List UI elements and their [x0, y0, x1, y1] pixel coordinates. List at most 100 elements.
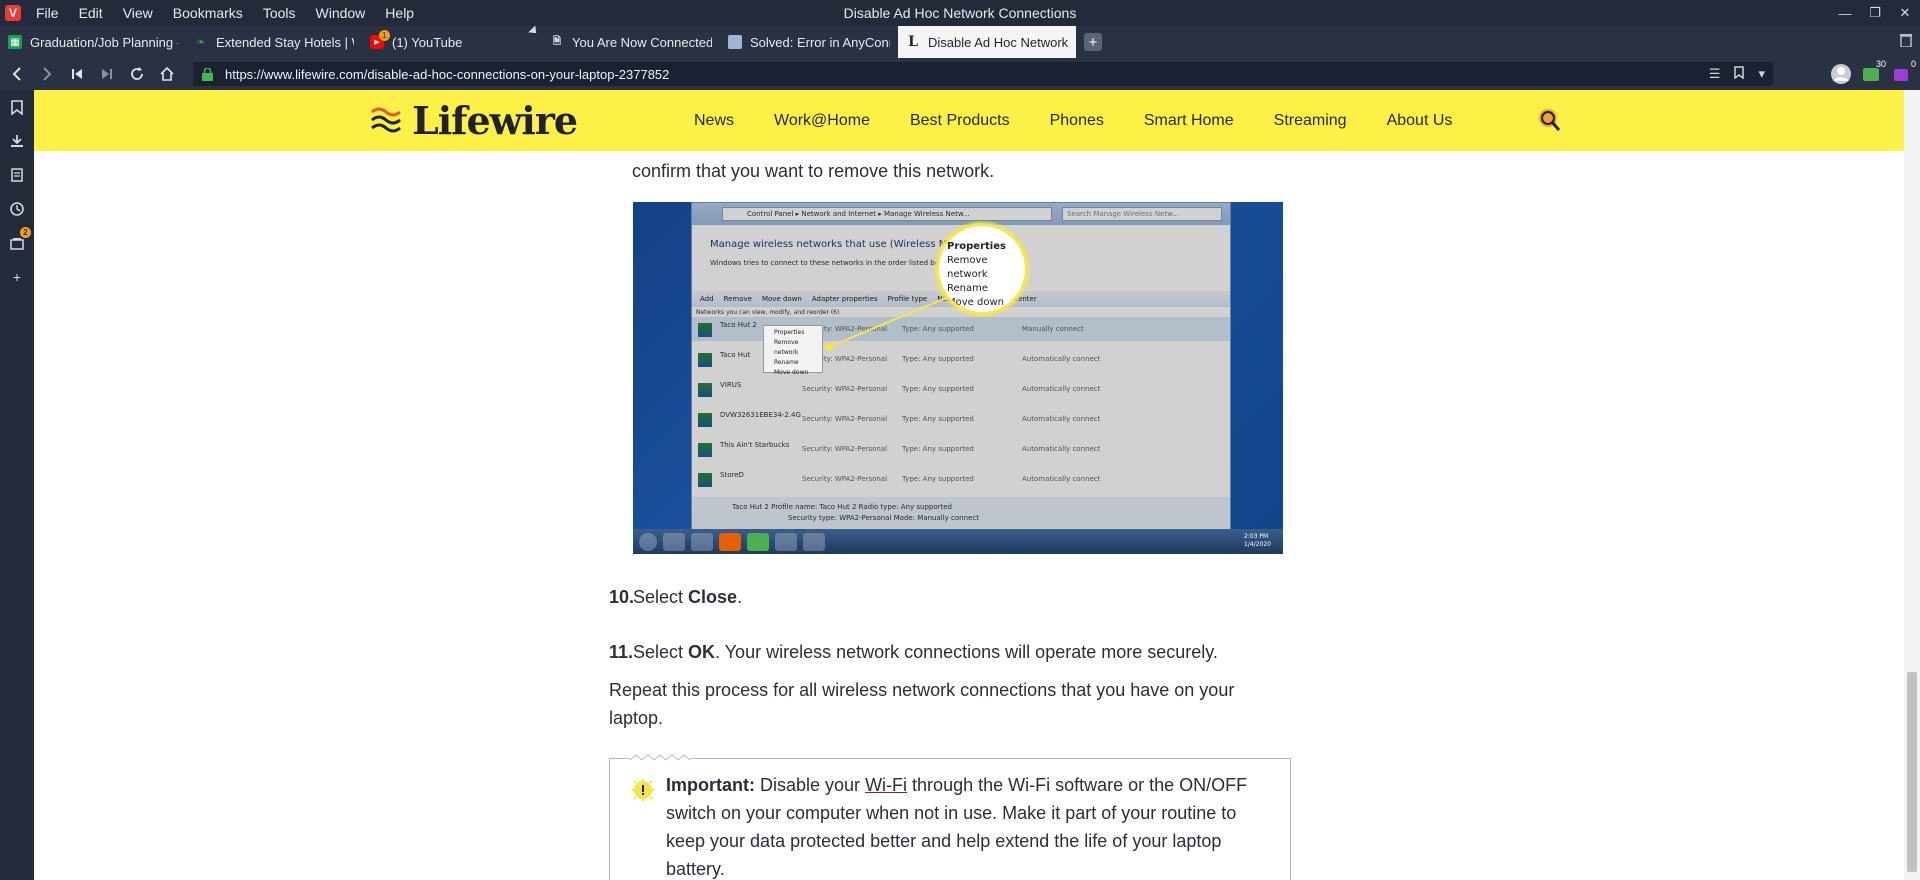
bookmarks-icon[interactable] — [6, 96, 28, 118]
tab-label: Disable Ad Hoc Network C — [928, 34, 1068, 50]
tab-you-are-now-connected[interactable]: 🗎 You Are Now Connected — [542, 26, 720, 58]
forward-button[interactable] — [32, 58, 62, 90]
article-body: confirm that you want to remove this net… — [34, 151, 1904, 880]
taskbar-app-icon — [691, 532, 713, 551]
address-bar[interactable]: https://www.lifewire.com/disable-ad-hoc-… — [193, 62, 1773, 86]
reading-list-icon[interactable]: 2 — [6, 227, 31, 254]
vivaldi-menu-button[interactable]: V — [0, 0, 26, 26]
notification-badge: 1 — [379, 30, 390, 41]
minimize-button[interactable]: — — [1830, 0, 1860, 26]
scrollbar-thumb[interactable] — [1907, 672, 1917, 872]
callout-text-part: Disable your — [755, 775, 866, 795]
site-header: Lifewire News Work@Home Best Products Ph… — [34, 90, 1904, 151]
puzzle-extension-icon[interactable]: 0 — [1890, 59, 1918, 85]
w7-clock: 2:03 PM 1/4/2020 — [1244, 533, 1271, 549]
leaf-icon: ❧ — [196, 36, 206, 48]
callout-label: Important: — [666, 775, 755, 795]
nav-phones[interactable]: Phones — [1050, 112, 1104, 130]
menu-tools[interactable]: Tools — [253, 0, 306, 26]
profile-avatar[interactable] — [1830, 63, 1852, 85]
lock-icon — [197, 67, 217, 81]
tab-label: (1) YouTube — [392, 34, 463, 50]
firefox-icon — [719, 532, 741, 551]
extension-badge: 0 — [1908, 59, 1918, 69]
step-text: . Your wireless network connections will… — [715, 642, 1218, 662]
menu-bookmarks[interactable]: Bookmarks — [163, 0, 253, 26]
menu-window[interactable]: Window — [306, 0, 376, 26]
tab-youtube[interactable]: ▶ 1 (1) YouTube — [362, 26, 542, 58]
title-bar: V File Edit View Bookmarks Tools Window … — [0, 0, 1920, 26]
nav-about-us[interactable]: About Us — [1387, 112, 1453, 130]
vivaldi-logo-icon: V — [5, 5, 21, 21]
rewind-button[interactable] — [62, 58, 92, 90]
lifewire-icon: L — [908, 34, 918, 50]
chrome-icon — [747, 532, 769, 551]
back-button[interactable] — [2, 58, 32, 90]
step-11: 11.Select OK. Your wireless network conn… — [609, 638, 1218, 666]
lifewire-logo[interactable]: Lifewire — [370, 98, 578, 143]
new-tab-button[interactable]: + — [1084, 33, 1102, 51]
close-window-button[interactable]: ✕ — [1890, 0, 1920, 26]
lightbulb-icon — [632, 779, 654, 801]
callout-text: Important: Disable your Wi-Fi through th… — [666, 771, 1266, 880]
zoom-callout: Properties Remove network Rename Move do… — [936, 223, 1028, 315]
search-icon[interactable] — [1536, 106, 1566, 136]
step-number: 11. — [609, 642, 634, 662]
taskbar-app-icon — [803, 532, 825, 551]
tab-bar: ▦ Graduation/Job Planning - ❧ Extended S… — [0, 26, 1920, 58]
document-icon: 🗎 — [552, 35, 562, 47]
tab-label: Extended Stay Hotels | Woo — [216, 34, 354, 50]
extension-icon[interactable]: 30 — [1860, 59, 1888, 85]
reader-view-icon[interactable]: ☰ — [1709, 66, 1721, 82]
nav-work-at-home[interactable]: Work@Home — [774, 112, 870, 130]
logo-wordmark: Lifewire — [412, 98, 578, 143]
step-bold: Close — [688, 587, 738, 607]
tab-disable-ad-hoc[interactable]: L Disable Ad Hoc Network C — [898, 26, 1076, 58]
tab-pin-icon — [528, 26, 540, 37]
tab-solved-error-anyconnect[interactable]: Solved: Error in AnyConnec — [720, 26, 898, 58]
home-icon[interactable] — [152, 58, 182, 90]
important-callout: Important: Disable your Wi-Fi through th… — [609, 752, 1291, 880]
callout-wave — [630, 752, 690, 762]
menu-help[interactable]: Help — [375, 0, 424, 26]
tab-graduation-job-planning[interactable]: ▦ Graduation/Job Planning - — [0, 26, 186, 58]
step-number: 10. — [609, 587, 635, 607]
w7-clock-time: 2:03 PM — [1244, 533, 1269, 540]
w7-clock-date: 1/4/2020 — [1244, 541, 1271, 548]
zoom-item-properties: Properties — [947, 241, 1006, 252]
downloads-icon[interactable] — [6, 130, 28, 152]
trash-icon[interactable] — [1900, 33, 1912, 52]
page-scrollbar[interactable] — [1904, 90, 1920, 880]
nav-streaming[interactable]: Streaming — [1274, 112, 1347, 130]
lifewire-waves-icon — [371, 107, 401, 132]
reload-icon[interactable] — [122, 58, 152, 90]
forum-icon — [728, 35, 742, 49]
wifi-link[interactable]: Wi-Fi — [865, 775, 907, 795]
step-text: Select — [633, 642, 689, 662]
navigation-bar: https://www.lifewire.com/disable-ad-hoc-… — [0, 58, 1920, 90]
address-dropdown-icon[interactable]: ▾ — [1758, 66, 1765, 82]
google-sheets-icon: ▦ — [8, 35, 22, 49]
step-10: 10.Select Close. — [609, 583, 742, 611]
add-panel-icon[interactable]: + — [6, 266, 28, 288]
nav-best-products[interactable]: Best Products — [910, 112, 1010, 130]
nav-smart-home[interactable]: Smart Home — [1144, 112, 1234, 130]
menu-file[interactable]: File — [26, 0, 69, 26]
url-text[interactable]: https://www.lifewire.com/disable-ad-hoc-… — [225, 67, 669, 82]
restore-button[interactable]: ❐ — [1860, 0, 1890, 26]
fast-forward-button[interactable] — [92, 58, 122, 90]
history-icon[interactable] — [6, 198, 28, 220]
taskbar-app-icon — [775, 532, 797, 551]
menu-edit[interactable]: Edit — [69, 0, 113, 26]
w7-taskbar: 2:03 PM 1/4/2020 — [633, 529, 1283, 554]
tab-label: Solved: Error in AnyConnec — [750, 34, 890, 50]
menu-view[interactable]: View — [113, 0, 163, 26]
step-intro-text: confirm that you want to remove this net… — [632, 161, 995, 181]
tab-label: Graduation/Job Planning - — [30, 34, 178, 50]
notes-icon[interactable] — [6, 164, 28, 186]
panel-badge: 2 — [20, 227, 31, 238]
repeat-paragraph: Repeat this process for all wireless net… — [609, 680, 1235, 728]
nav-news[interactable]: News — [694, 112, 734, 130]
bookmark-icon[interactable] — [1734, 66, 1745, 82]
tab-extended-stay-hotels[interactable]: ❧ Extended Stay Hotels | Woo — [186, 26, 362, 58]
